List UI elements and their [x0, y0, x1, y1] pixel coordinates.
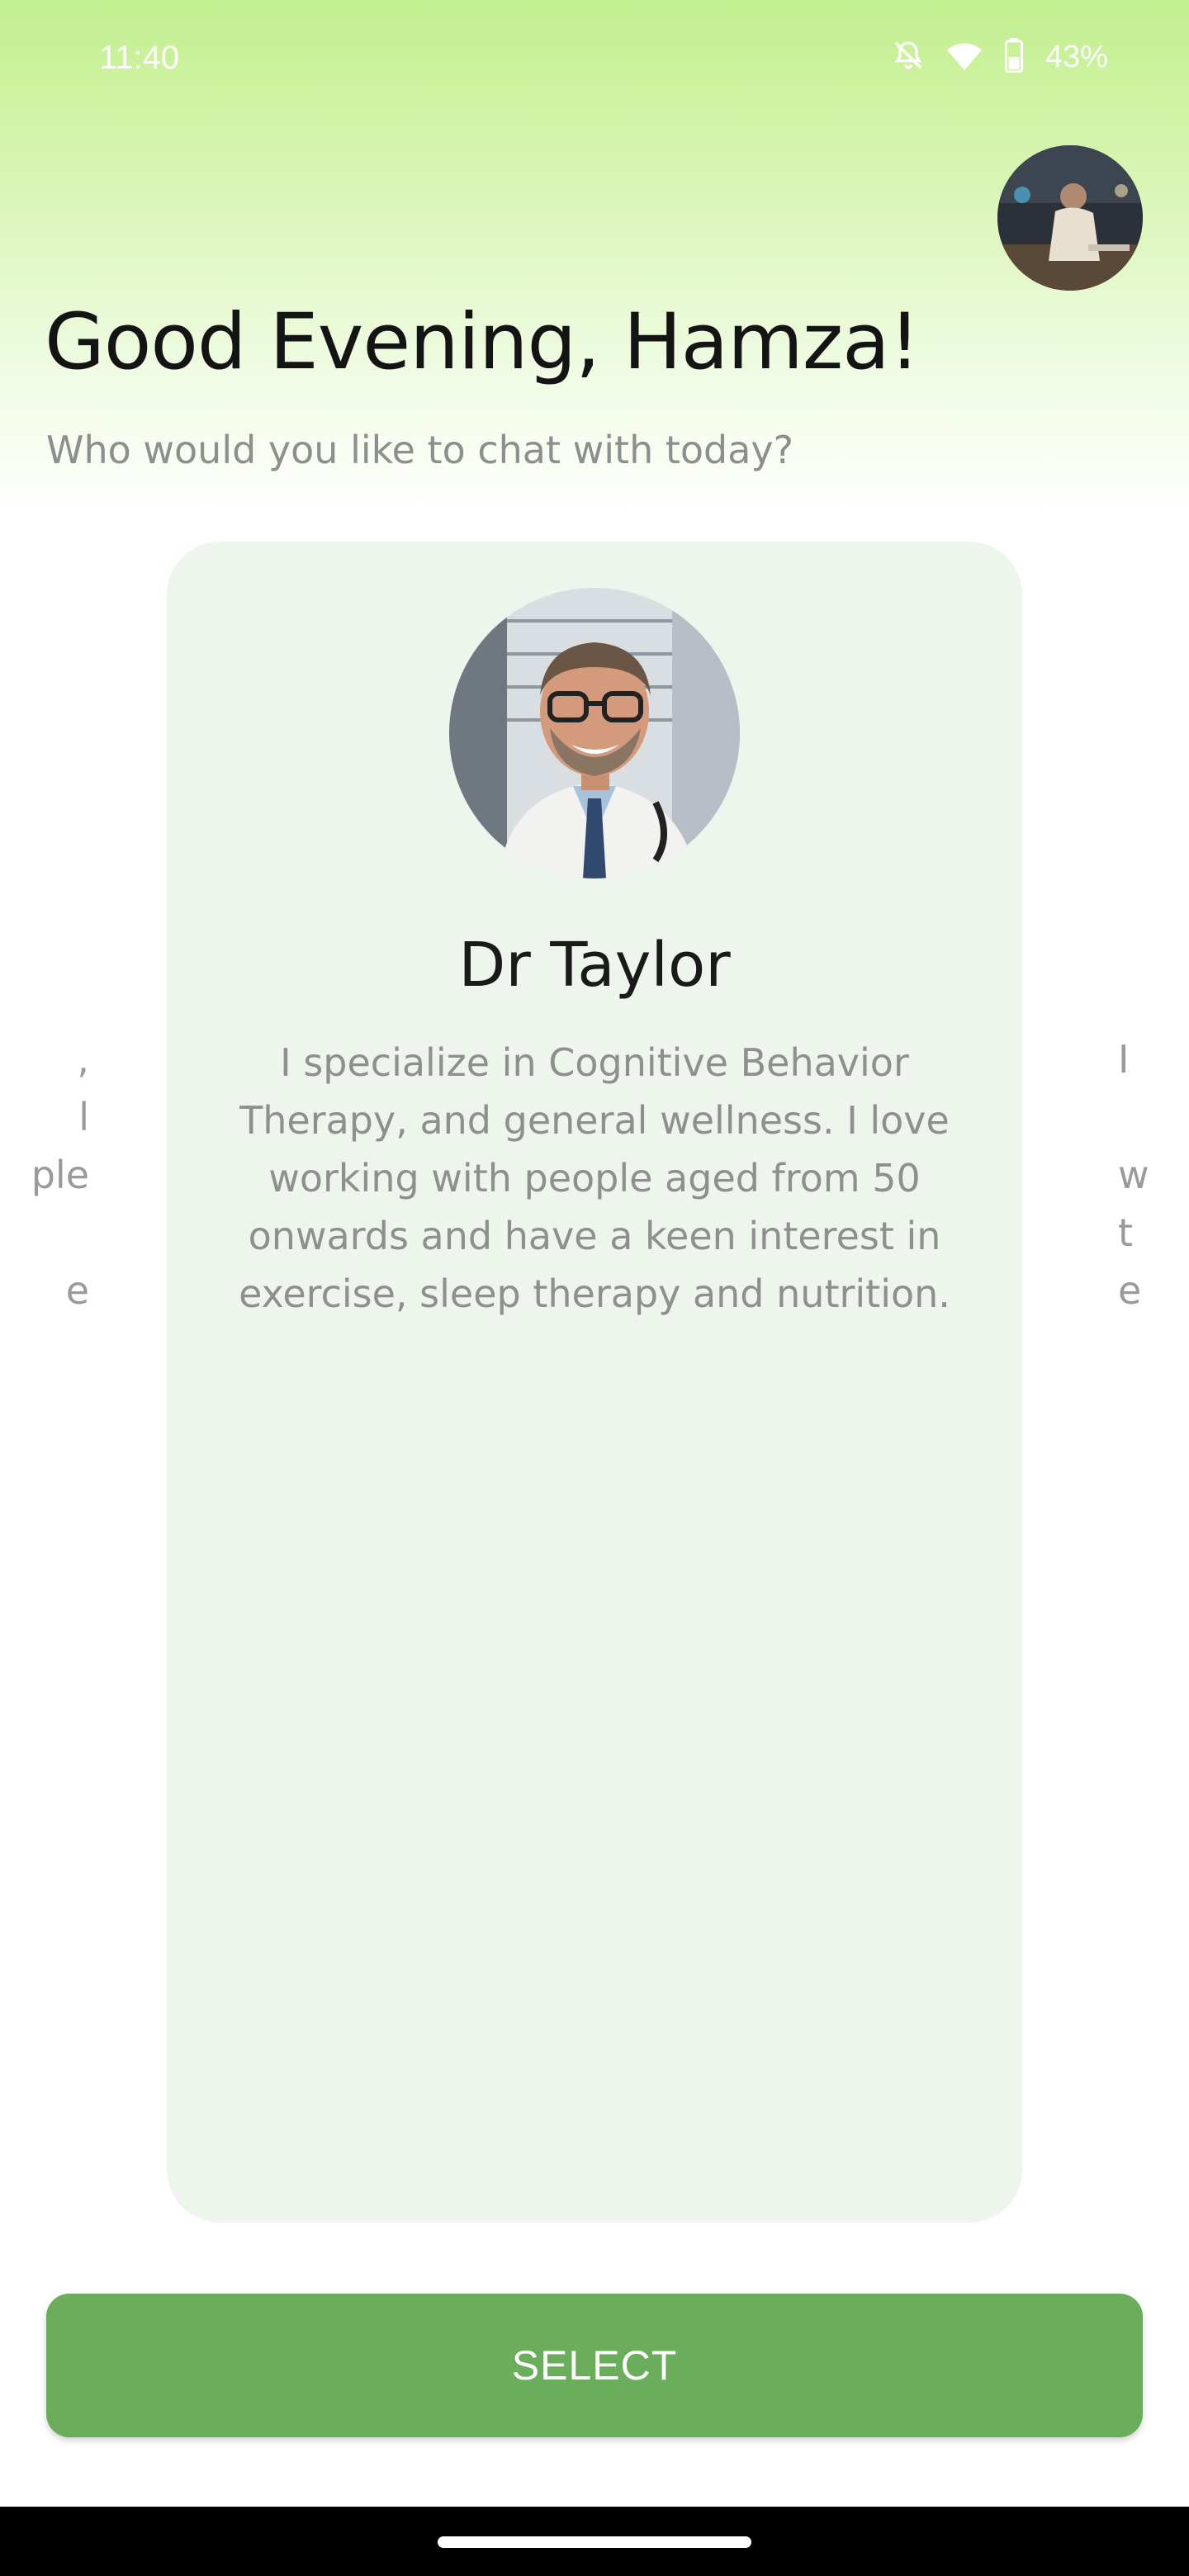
- therapist-card[interactable]: Dr Taylor I specialize in Cognitive Beha…: [167, 542, 1022, 2223]
- status-bar: 11:40 43%: [0, 0, 1189, 124]
- next-card-text: t: [1118, 1210, 1134, 1255]
- status-time: 11:40: [99, 40, 180, 76]
- greeting-title: Good Evening, Hamza!: [45, 297, 920, 387]
- wifi-icon: [946, 39, 983, 75]
- screen: 11:40 43% Good Evening, Hamza! Who would…: [0, 0, 1189, 2576]
- previous-card-text: e: [65, 1268, 89, 1313]
- previous-therapist-card[interactable]: , l ple e: [0, 1037, 99, 1334]
- status-icons: 43%: [892, 38, 1108, 76]
- previous-card-text: l: [78, 1095, 89, 1139]
- therapist-carousel[interactable]: , l ple e Dr Taylor I specialize in Cogn…: [0, 542, 1189, 2223]
- profile-photo: [997, 145, 1143, 291]
- next-card-text: I: [1118, 1037, 1130, 1082]
- select-button[interactable]: SELECT: [46, 2294, 1143, 2437]
- next-card-text: w: [1118, 1153, 1149, 1197]
- therapist-name: Dr Taylor: [458, 930, 731, 1001]
- select-button-label: SELECT: [511, 2342, 678, 2389]
- previous-card-text: ple: [31, 1153, 89, 1197]
- battery-percentage: 43%: [1045, 39, 1108, 74]
- home-indicator[interactable]: [438, 2536, 751, 2548]
- next-card-text: e: [1118, 1268, 1142, 1313]
- greeting-subtitle: Who would you like to chat with today?: [46, 428, 794, 472]
- therapist-photo: [449, 588, 740, 878]
- therapist-bio: I specialize in Cognitive Behavior Thera…: [239, 1040, 950, 1316]
- profile-avatar[interactable]: [997, 145, 1143, 291]
- battery-icon: [1004, 38, 1024, 76]
- previous-card-text: ,: [77, 1037, 89, 1082]
- system-nav-bar: [0, 2507, 1189, 2576]
- next-therapist-card[interactable]: I w t e: [1115, 1037, 1189, 1334]
- mute-icon: [892, 39, 925, 75]
